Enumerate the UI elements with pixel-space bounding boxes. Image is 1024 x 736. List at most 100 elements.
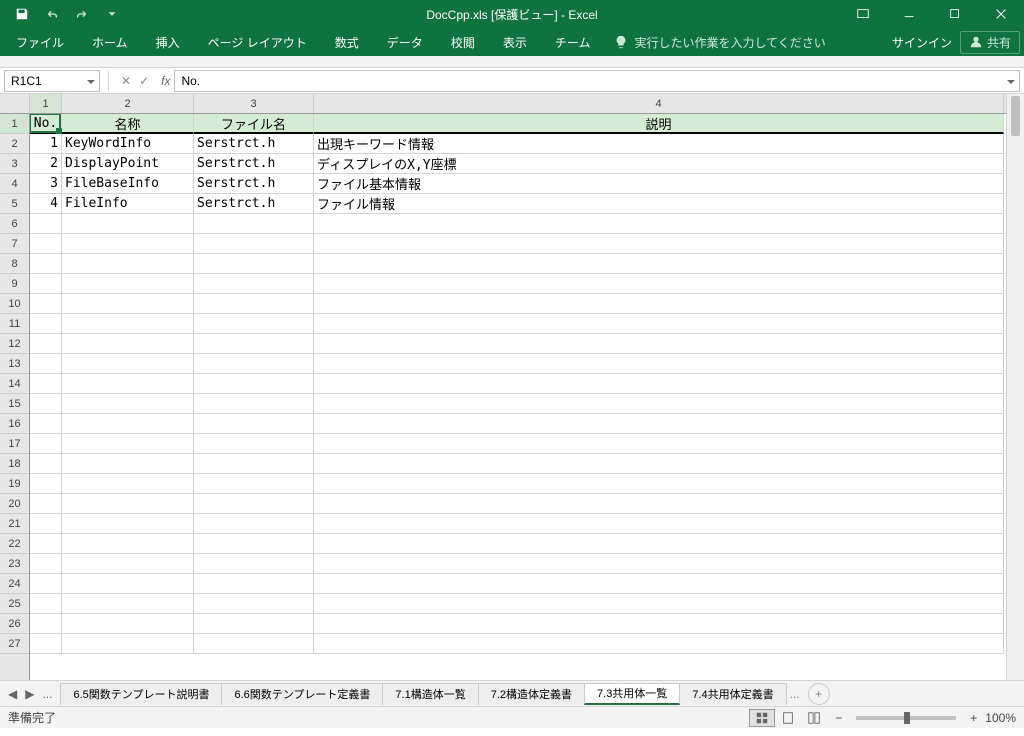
cell[interactable]: ファイル名 — [194, 114, 314, 134]
row-header[interactable]: 2 — [0, 134, 29, 154]
cell[interactable] — [30, 474, 62, 494]
cell[interactable] — [62, 274, 194, 294]
cell[interactable] — [314, 214, 1004, 234]
cell[interactable] — [62, 334, 194, 354]
zoom-level[interactable]: 100% — [985, 711, 1016, 725]
cell[interactable] — [194, 594, 314, 614]
cell[interactable] — [30, 634, 62, 654]
cell[interactable] — [314, 274, 1004, 294]
cell[interactable] — [194, 514, 314, 534]
signin-link[interactable]: サインイン — [892, 34, 952, 51]
cell[interactable] — [314, 434, 1004, 454]
cell[interactable] — [314, 334, 1004, 354]
ribbon-options-button[interactable] — [840, 0, 886, 28]
sheet-tab[interactable]: 7.3共用体一覧 — [584, 683, 680, 705]
cell[interactable] — [314, 454, 1004, 474]
cell[interactable] — [30, 234, 62, 254]
sheet-tab[interactable]: 7.1構造体一覧 — [382, 683, 478, 705]
cell[interactable] — [62, 454, 194, 474]
zoom-in-button[interactable]: + — [970, 711, 977, 725]
qat-customize[interactable] — [98, 2, 126, 26]
cell[interactable] — [30, 334, 62, 354]
column-header[interactable]: 4 — [314, 94, 1004, 113]
column-header[interactable]: 1 — [30, 94, 62, 113]
cell[interactable]: Serstrct.h — [194, 134, 314, 154]
column-header[interactable]: 2 — [62, 94, 194, 113]
cell[interactable] — [30, 394, 62, 414]
redo-button[interactable] — [68, 2, 96, 26]
row-header[interactable]: 20 — [0, 494, 29, 514]
tab-home[interactable]: ホーム — [80, 28, 140, 56]
add-sheet-button[interactable]: + — [808, 683, 830, 705]
row-header[interactable]: 21 — [0, 514, 29, 534]
cell[interactable]: 1 — [30, 134, 62, 154]
cell[interactable]: DisplayPoint — [62, 154, 194, 174]
sheet-more-right[interactable]: ... — [790, 687, 800, 701]
page-layout-view-button[interactable] — [775, 709, 801, 727]
cell[interactable] — [62, 294, 194, 314]
cell[interactable]: KeyWordInfo — [62, 134, 194, 154]
cell[interactable] — [30, 614, 62, 634]
cell[interactable] — [194, 434, 314, 454]
cell[interactable] — [314, 294, 1004, 314]
cell[interactable] — [194, 314, 314, 334]
row-header[interactable]: 15 — [0, 394, 29, 414]
tab-insert[interactable]: 挿入 — [144, 28, 192, 56]
row-header[interactable]: 13 — [0, 354, 29, 374]
save-button[interactable] — [8, 2, 36, 26]
cell[interactable] — [194, 394, 314, 414]
cell[interactable] — [194, 254, 314, 274]
cell[interactable]: 出現キーワード情報 — [314, 134, 1004, 154]
minimize-button[interactable] — [886, 0, 932, 28]
row-header[interactable]: 25 — [0, 594, 29, 614]
cell[interactable] — [314, 634, 1004, 654]
normal-view-button[interactable] — [749, 709, 775, 727]
row-header[interactable]: 27 — [0, 634, 29, 654]
enter-formula-button[interactable]: ✓ — [139, 74, 149, 88]
page-break-view-button[interactable] — [801, 709, 827, 727]
tell-me-box[interactable]: 実行したい作業を入力してください — [614, 34, 825, 51]
cell[interactable] — [62, 494, 194, 514]
fx-label[interactable]: fx — [161, 74, 170, 88]
row-header[interactable]: 14 — [0, 374, 29, 394]
cancel-formula-button[interactable]: ✕ — [121, 74, 131, 88]
cell[interactable] — [30, 274, 62, 294]
tab-page-layout[interactable]: ページ レイアウト — [196, 28, 319, 56]
cell[interactable] — [314, 474, 1004, 494]
row-header[interactable]: 26 — [0, 614, 29, 634]
row-header[interactable]: 11 — [0, 314, 29, 334]
cell[interactable] — [30, 514, 62, 534]
cell[interactable] — [62, 514, 194, 534]
cell[interactable]: ファイル基本情報 — [314, 174, 1004, 194]
cell[interactable] — [30, 434, 62, 454]
cell[interactable] — [62, 414, 194, 434]
cell[interactable] — [62, 434, 194, 454]
sheet-nav-more[interactable]: ... — [42, 687, 52, 701]
cell[interactable] — [314, 414, 1004, 434]
zoom-slider[interactable] — [856, 716, 956, 720]
cell[interactable]: 名称 — [62, 114, 194, 134]
row-header[interactable]: 3 — [0, 154, 29, 174]
row-header[interactable]: 9 — [0, 274, 29, 294]
cell[interactable] — [62, 394, 194, 414]
row-header[interactable]: 17 — [0, 434, 29, 454]
cell[interactable] — [30, 594, 62, 614]
cell[interactable] — [314, 234, 1004, 254]
cell[interactable] — [314, 514, 1004, 534]
cell[interactable] — [194, 414, 314, 434]
cell[interactable] — [314, 374, 1004, 394]
row-header[interactable]: 1 — [0, 114, 29, 134]
cell[interactable]: 4 — [30, 194, 62, 214]
cell[interactable] — [194, 554, 314, 574]
cell[interactable]: ディスプレイのX,Y座標 — [314, 154, 1004, 174]
cell[interactable] — [62, 614, 194, 634]
cell[interactable] — [30, 414, 62, 434]
cell[interactable]: No. — [30, 114, 62, 134]
row-header[interactable]: 22 — [0, 534, 29, 554]
cell[interactable] — [314, 314, 1004, 334]
cell[interactable] — [194, 454, 314, 474]
tab-file[interactable]: ファイル — [4, 28, 76, 56]
cell[interactable] — [30, 494, 62, 514]
cell[interactable]: Serstrct.h — [194, 194, 314, 214]
cell[interactable] — [30, 314, 62, 334]
